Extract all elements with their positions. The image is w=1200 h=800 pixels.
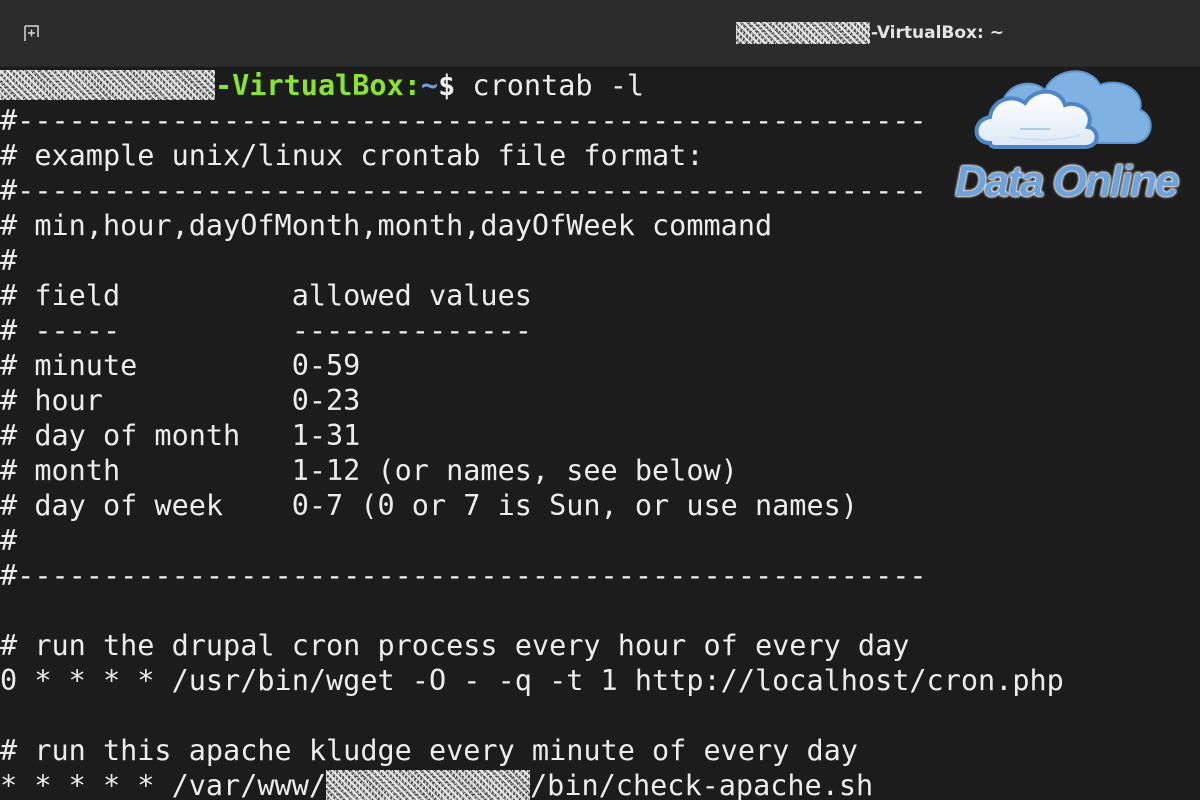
new-tab-icon[interactable]: [22, 24, 42, 44]
output-line: # day of month 1-31: [0, 419, 361, 452]
prompt-line: -VirtualBox:~$ crontab -l: [0, 68, 644, 103]
prompt-symbol: $: [438, 69, 456, 102]
output-line: # field allowed values: [0, 279, 532, 312]
prompt-separator: :: [403, 69, 421, 102]
window-title: -VirtualBox: ~: [736, 21, 1004, 45]
prompt-host: -VirtualBox: [215, 69, 404, 102]
cloud-icon: [974, 70, 1152, 149]
path-suffix: /bin/check-apache.sh: [530, 769, 874, 800]
output-line: #: [0, 244, 18, 277]
path-prefix: * * * * * /var/www/: [0, 769, 327, 800]
terminal-window: -VirtualBox: ~ -VirtualBox:~$ crontab -l…: [0, 0, 1200, 800]
output-line: # hour 0-23: [0, 384, 361, 417]
output-line: # month 1-12 (or names, see below): [0, 454, 738, 487]
output-line: #---------------------------------------…: [0, 559, 927, 592]
output-line: #---------------------------------------…: [0, 104, 927, 137]
redacted-username: [0, 70, 215, 100]
output-line: 0 * * * * /usr/bin/wget -O - -q -t 1 htt…: [0, 664, 1064, 697]
prompt-path: ~: [420, 69, 439, 102]
redacted-username: [736, 22, 870, 44]
output-line: # min,hour,dayOfMonth,month,dayOfWeek co…: [0, 209, 773, 242]
command-text: crontab -l: [455, 69, 645, 102]
output-line: # minute 0-59: [0, 349, 361, 382]
output-line: # run this apache kludge every minute of…: [0, 734, 858, 767]
redacted-path: [326, 769, 531, 800]
output-line: #---------------------------------------…: [0, 174, 927, 207]
output-line: # example unix/linux crontab file format…: [0, 139, 704, 172]
data-online-logo: Data Online: [950, 55, 1200, 215]
window-title-text: -VirtualBox: ~: [871, 23, 1004, 43]
output-line-last: * * * * * /var/www/ /bin/check-apache.sh: [0, 768, 873, 800]
output-line: # ----- --------------: [0, 314, 532, 347]
output-line: # day of week 0-7 (0 or 7 is Sun, or use…: [0, 489, 858, 522]
logo-text: Data Online: [955, 157, 1179, 206]
output-line: #: [0, 524, 18, 557]
output-line: # run the drupal cron process every hour…: [0, 629, 910, 662]
